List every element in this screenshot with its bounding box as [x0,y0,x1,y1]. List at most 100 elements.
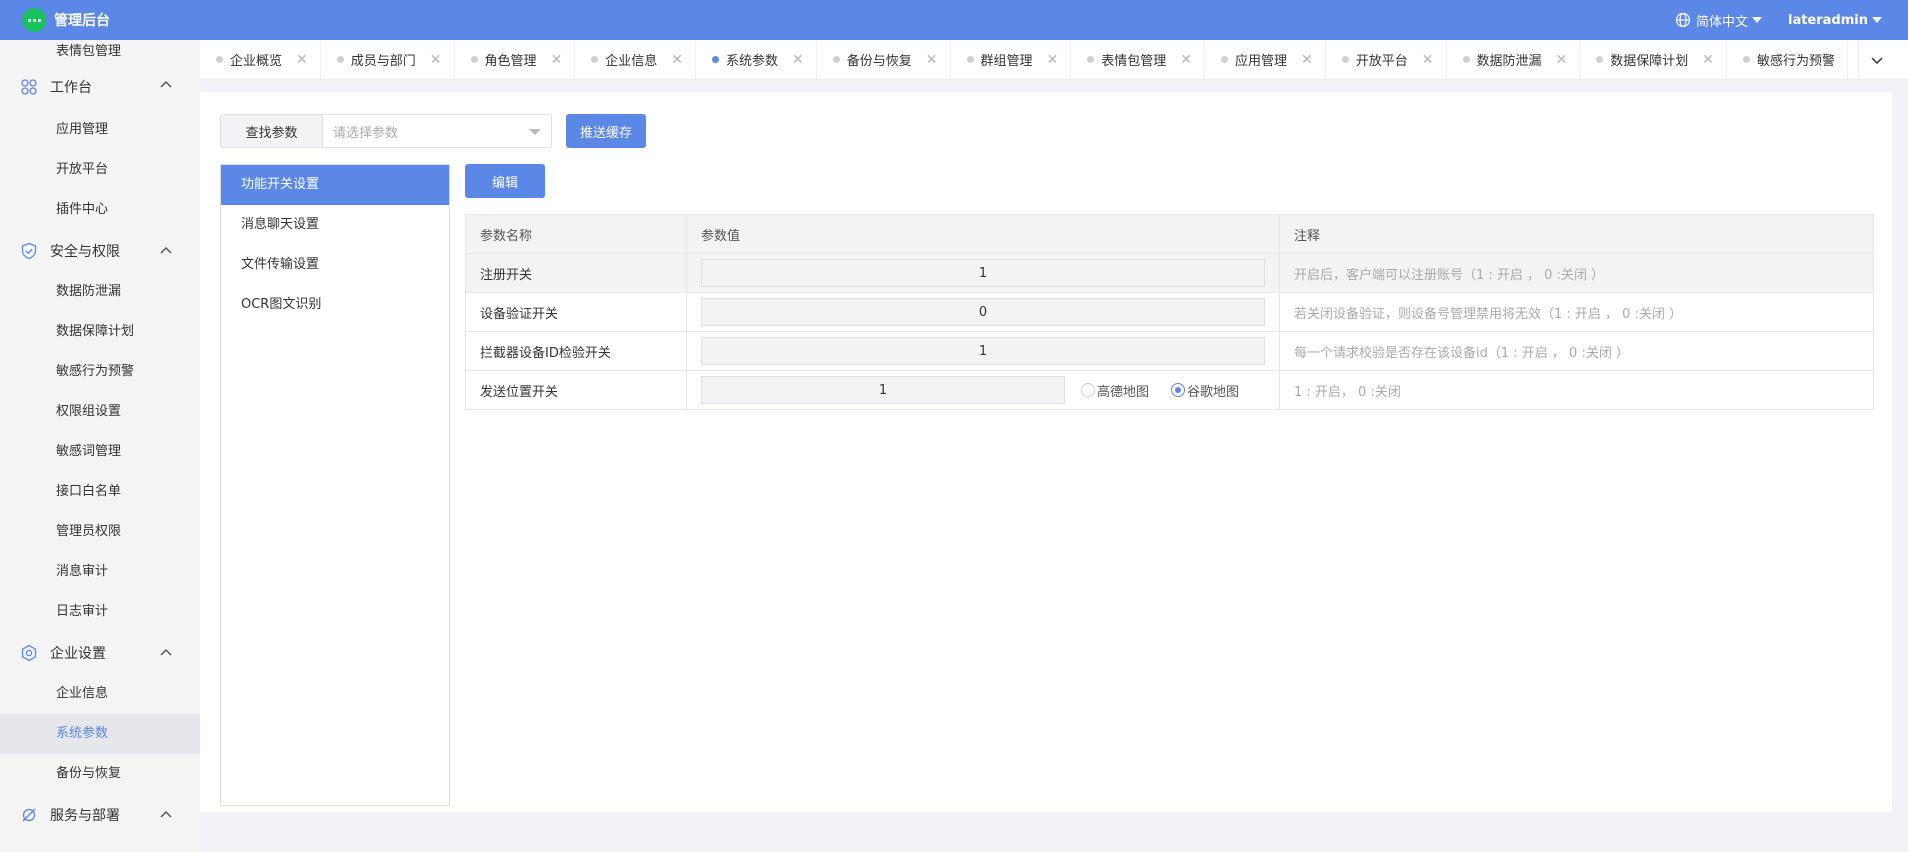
sidebar-item-system-params[interactable]: 系统参数 [0,714,200,754]
tabs-bar: 企业概览 ✕ 成员与部门 ✕ 角色管理 ✕ 企业信息 ✕ 系统参数 ✕ 备份与恢复 ✕ 群组… [200,40,1908,80]
close-icon[interactable]: ✕ [430,52,442,68]
sidebar-item-sensitive-behavior-alert[interactable]: 敏感行为预警 [0,352,200,392]
close-icon[interactable]: ✕ [1180,52,1192,68]
close-icon[interactable]: ✕ [551,52,563,68]
tab-enterprise-overview[interactable]: 企业概览 ✕ [200,40,321,79]
param-value-field[interactable]: 1 [701,337,1265,365]
sidebar-group-workbench[interactable]: 工作台 [0,64,200,110]
select-placeholder: 请选择参数 [333,125,399,141]
status-dot [1087,56,1095,63]
tab-label: 企业概览 [230,54,283,69]
settings-menu-item-file-transfer[interactable]: 文件传输设置 [221,245,449,285]
tabs-more-button[interactable] [1858,41,1894,79]
chevron-up-icon [160,80,172,88]
sidebar-item-plugin-center[interactable]: 插件中心 [0,190,200,230]
radio-circle-icon [1171,383,1186,397]
grid-icon [21,79,37,95]
sidebar-item-message-audit[interactable]: 消息审计 [0,552,200,592]
sidebar-item-emoji-management[interactable]: 表情包管理 [0,40,200,64]
search-label: 查找参数 [220,114,322,148]
param-name: 设备验证开关 [465,292,687,332]
tab-sensitive-behavior-alert[interactable]: 敏感行为预警 [1727,40,1849,79]
close-icon[interactable]: ✕ [671,52,683,68]
tab-members-departments[interactable]: 成员与部门 ✕ [321,40,455,79]
push-cache-button[interactable]: 推送缓存 [566,114,646,148]
close-icon[interactable]: ✕ [1301,52,1313,68]
sidebar-item-dlp[interactable]: 数据防泄漏 [0,272,200,312]
brand[interactable]: 管理后台 [0,0,110,40]
close-icon[interactable]: ✕ [1422,52,1434,68]
tab-label: 表情包管理 [1101,54,1167,69]
param-note: 若关闭设备验证，则设备号管理禁用将无效（1 : 开启 ， 0 :关闭 ） [1279,292,1874,332]
tab-app-management[interactable]: 应用管理 ✕ [1205,40,1326,79]
close-icon[interactable]: ✕ [792,52,804,68]
sidebar-group-services[interactable]: 服务与部署 [0,794,200,836]
tab-label: 企业信息 [605,54,658,69]
sidebar-item-sensitive-words[interactable]: 敏感词管理 [0,432,200,472]
param-note: 1 : 开启， 0 :关闭 [1279,370,1874,410]
user-menu[interactable]: lateradmin [1788,13,1882,28]
chevron-down-icon [529,129,541,135]
sidebar-group-security[interactable]: 安全与权限 [0,230,200,272]
username: lateradmin [1787,12,1868,28]
tab-emoji-management[interactable]: 表情包管理 ✕ [1071,40,1205,79]
param-value-field[interactable]: 1 [701,259,1265,287]
param-value-field[interactable]: 1 [701,376,1065,404]
tab-open-platform[interactable]: 开放平台 ✕ [1326,40,1447,79]
close-icon[interactable]: ✕ [296,52,308,68]
tab-system-params[interactable]: 系统参数 ✕ [696,40,817,79]
sidebar-item-api-whitelist[interactable]: 接口白名单 [0,472,200,512]
status-dot [966,56,974,63]
sidebar-item-data-protection-plan[interactable]: 数据保障计划 [0,312,200,352]
language-label: 简体中文 [1695,14,1748,30]
sidebar: 表情包管理 工作台 应用管理 开放平台 插件中心 安全与权限 数据防泄漏 数据保… [0,40,200,852]
sidebar-group-label: 服务与部署 [50,808,120,824]
settings-menu-item-feature-switches[interactable]: 功能开关设置 [221,165,449,205]
radio-amap[interactable]: 高德地图 [1081,381,1149,400]
tab-label: 敏感行为预警 [1757,54,1836,69]
tab-data-protection-plan[interactable]: 数据保障计划 ✕ [1580,40,1727,79]
tab-backup-restore[interactable]: 备份与恢复 ✕ [817,40,951,79]
radio-google-maps[interactable]: 谷歌地图 [1171,381,1239,400]
sidebar-item-open-platform[interactable]: 开放平台 [0,150,200,190]
close-icon[interactable]: ✕ [1702,52,1714,68]
sidebar-group-enterprise-settings[interactable]: 企业设置 [0,632,200,674]
sidebar-group-label: 安全与权限 [50,244,120,260]
status-dot [1743,56,1750,63]
settings-menu: 功能开关设置 消息聊天设置 文件传输设置 OCR图文识别 [220,164,450,806]
tab-label: 数据防泄漏 [1476,54,1542,69]
edit-button[interactable]: 编辑 [465,164,545,198]
sidebar-item-app-management[interactable]: 应用管理 [0,110,200,150]
chevron-down-icon [1870,57,1883,65]
column-header-note: 注释 [1279,214,1874,254]
param-value-field[interactable]: 0 [701,298,1265,326]
tab-label: 系统参数 [726,54,779,69]
main-content: 查找参数 请选择参数 推送缓存 功能开关设置 消息聊天设置 文件传输设置 OCR… [200,92,1892,812]
close-icon[interactable]: ✕ [1556,52,1568,68]
settings-menu-item-chat[interactable]: 消息聊天设置 [221,205,449,245]
radio-circle-icon [1081,383,1095,397]
tab-role-management[interactable]: 角色管理 ✕ [455,40,576,79]
tab-enterprise-info[interactable]: 企业信息 ✕ [575,40,696,79]
sidebar-item-enterprise-info[interactable]: 企业信息 [0,674,200,714]
close-icon[interactable]: ✕ [926,52,938,68]
status-dot [1341,56,1349,63]
language-switcher[interactable]: 简体中文 [1675,11,1762,30]
sidebar-item-permission-groups[interactable]: 权限组设置 [0,392,200,432]
globe-icon [1675,12,1691,28]
settings-menu-item-ocr[interactable]: OCR图文识别 [221,285,449,325]
close-icon[interactable]: ✕ [1047,52,1059,68]
table-row: 拦截器设备ID检验开关 1 每一个请求校验是否存在该设备id（1 : 开启 ， … [465,331,1874,371]
param-select[interactable]: 请选择参数 [322,114,552,148]
tab-dlp[interactable]: 数据防泄漏 ✕ [1447,40,1581,79]
tab-group-management[interactable]: 群组管理 ✕ [951,40,1072,79]
sidebar-item-admin-permissions[interactable]: 管理员权限 [0,512,200,552]
param-note: 每一个请求校验是否存在该设备id（1 : 开启 ， 0 :关闭 ） [1279,331,1874,371]
sidebar-item-backup-restore[interactable]: 备份与恢复 [0,754,200,794]
tab-label: 群组管理 [980,54,1033,69]
shield-icon [21,242,37,260]
sidebar-item-log-audit[interactable]: 日志审计 [0,592,200,632]
top-bar: 管理后台 简体中文 lateradmin [0,0,1908,40]
status-dot [832,56,840,63]
radio-label: 高德地图 [1097,384,1150,400]
